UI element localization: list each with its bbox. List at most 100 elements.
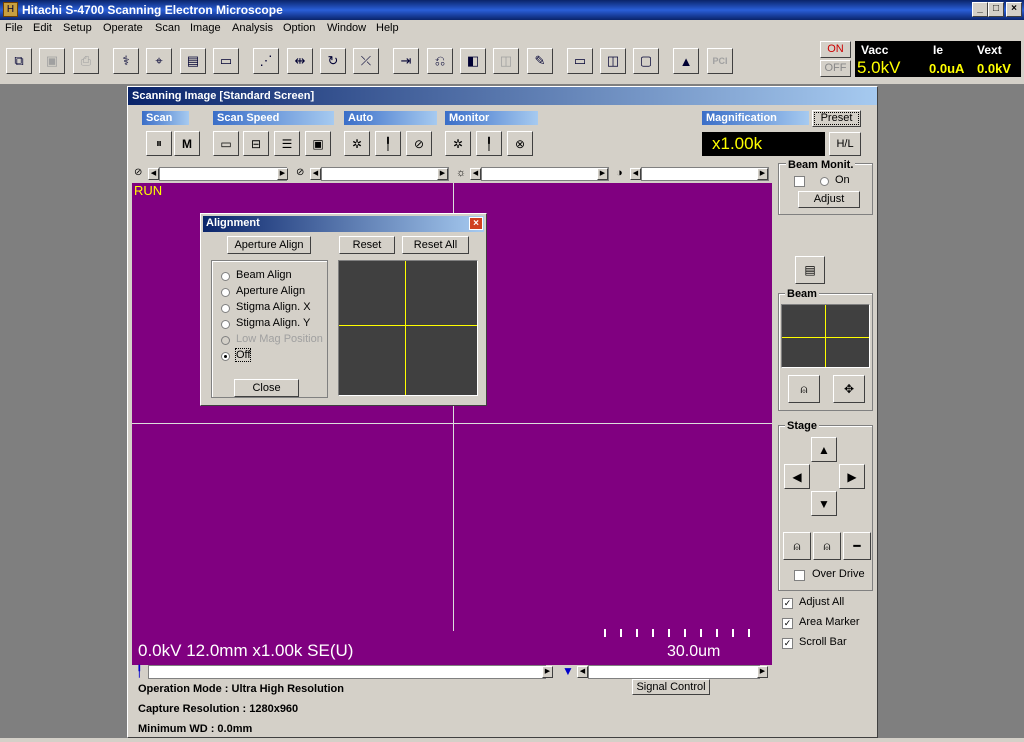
split-icon[interactable]: ⇹ [287, 48, 313, 74]
monitor-focus-icon[interactable]: ╿ [476, 131, 502, 156]
slider-right-arrow[interactable]: ▶ [757, 168, 768, 180]
stigma-y-slider[interactable] [321, 167, 449, 181]
beam-move-icon[interactable]: ✥ [833, 375, 865, 403]
stage-right-icon[interactable]: ▶ [839, 464, 865, 489]
crosshair-icon[interactable]: ⌖ [146, 48, 172, 74]
off-radio[interactable] [221, 352, 230, 361]
auto-stigma-icon[interactable]: ⊘ [406, 131, 432, 156]
scroll-bar-checkbox[interactable]: ✓ [782, 638, 793, 649]
slider-right-arrow[interactable]: ▶ [597, 168, 608, 180]
menu-window[interactable]: Window [327, 22, 366, 34]
app-icon[interactable]: H [3, 2, 18, 17]
beam-memory-icon[interactable]: ▤ [795, 256, 825, 284]
hv-on-button[interactable]: ON [820, 41, 851, 58]
reset-all-button[interactable]: Reset All [402, 236, 469, 254]
edit-icon[interactable]: ✎ [527, 48, 553, 74]
slider-right-arrow[interactable]: ▶ [542, 666, 553, 678]
monitor-stigma-icon[interactable]: ⊗ [507, 131, 533, 156]
detector-icon[interactable]: ⎌ [427, 48, 453, 74]
slider-right-arrow[interactable]: ▶ [757, 666, 768, 678]
adjust-all-checkbox[interactable]: ✓ [782, 598, 793, 609]
minimize-button[interactable]: _ [972, 2, 988, 17]
screen-1-icon[interactable]: ▭ [567, 48, 593, 74]
signal-slider[interactable] [588, 665, 760, 679]
beam-monit-on-radio[interactable] [820, 177, 829, 186]
auto-brightness-icon[interactable]: ✲ [344, 131, 370, 156]
area-marker-checkbox[interactable]: ✓ [782, 618, 793, 629]
monitor-brightness-icon[interactable]: ✲ [445, 131, 471, 156]
scan-group-header: Scan [142, 111, 189, 125]
beam-mouse-icon[interactable]: ⍝ [788, 375, 820, 403]
beam-monit-checkbox[interactable] [794, 176, 805, 187]
alignment-close-icon[interactable]: × [469, 217, 483, 230]
menu-edit[interactable]: Edit [33, 22, 52, 34]
slider-left-arrow[interactable]: ◀ [577, 666, 588, 678]
signal-control-button[interactable]: Signal Control [632, 679, 710, 695]
slider-left-arrow[interactable]: ◀ [148, 168, 159, 180]
hv-off-button[interactable]: OFF [820, 60, 851, 77]
image-number-icon[interactable]: ▭ [213, 48, 239, 74]
stigma-x-slider[interactable] [159, 167, 287, 181]
histogram-icon[interactable]: ▲ [673, 48, 699, 74]
print-icon[interactable]: ⎙ [73, 48, 99, 74]
color-icon[interactable]: ◧ [460, 48, 486, 74]
speed-2-icon[interactable]: ⊟ [243, 131, 269, 156]
alignment-pad[interactable] [338, 260, 478, 396]
maximize-button[interactable]: □ [988, 2, 1004, 17]
aperture-align-radio[interactable] [221, 288, 230, 297]
menu-operate[interactable]: Operate [103, 22, 143, 34]
screen-3-icon[interactable]: ▢ [633, 48, 659, 74]
slider-left-arrow[interactable]: ◀ [310, 168, 321, 180]
beam-align-radio[interactable] [221, 272, 230, 281]
stage-left-icon[interactable]: ◀ [784, 464, 810, 489]
auto-focus-icon[interactable]: ╿ [375, 131, 401, 156]
low-mag-position-radio[interactable] [221, 336, 230, 345]
beam-monit-adjust-button[interactable]: Adjust [798, 191, 860, 208]
rotate-icon[interactable]: ↻ [320, 48, 346, 74]
menu-setup[interactable]: Setup [63, 22, 92, 34]
slider-left-arrow[interactable]: ◀ [630, 168, 641, 180]
save-icon[interactable]: ▣ [39, 48, 65, 74]
slider-left-arrow[interactable]: ◀ [470, 168, 481, 180]
menu-analysis[interactable]: Analysis [232, 22, 273, 34]
aperture-align-button[interactable]: Aperture Align [227, 236, 311, 254]
memory-icon[interactable]: M [174, 131, 200, 156]
speed-4-icon[interactable]: ▣ [305, 131, 331, 156]
stage-tilt-icon[interactable]: ━ [843, 532, 871, 560]
stigma-align-y-radio[interactable] [221, 320, 230, 329]
contrast-slider[interactable] [641, 167, 769, 181]
speed-1-icon[interactable]: ▭ [213, 131, 239, 156]
slider-right-arrow[interactable]: ▶ [277, 168, 288, 180]
pci-icon[interactable]: PCI [707, 48, 733, 74]
stage-mouse-plus-icon[interactable]: ⍝ [813, 532, 841, 560]
menu-image[interactable]: Image [190, 22, 221, 34]
preset-button[interactable]: Preset [812, 110, 861, 127]
hl-button[interactable]: H/L [829, 132, 861, 156]
alignment-close-button[interactable]: Close [234, 379, 299, 397]
menu-file[interactable]: File [5, 22, 23, 34]
focus-slider[interactable] [148, 665, 546, 679]
stage-up-icon[interactable]: ▲ [811, 437, 837, 462]
stigma-icon[interactable]: ⋰ [253, 48, 279, 74]
reset-button[interactable]: Reset [339, 236, 395, 254]
window-icon[interactable]: ⧉ [6, 48, 32, 74]
brightness-slider[interactable] [481, 167, 609, 181]
stage-down-icon[interactable]: ▼ [811, 491, 837, 516]
close-button[interactable]: × [1006, 2, 1022, 17]
dual-icon[interactable]: ◫ [493, 48, 519, 74]
pause-icon[interactable]: ⏸ [146, 131, 172, 156]
beam-pad[interactable] [781, 304, 870, 368]
over-drive-checkbox[interactable] [794, 570, 805, 581]
menu-option[interactable]: Option [283, 22, 315, 34]
stage-mouse-icon[interactable]: ⍝ [783, 532, 811, 560]
menu-help[interactable]: Help [376, 22, 399, 34]
screen-2-icon[interactable]: ◫ [600, 48, 626, 74]
stigma-align-x-radio[interactable] [221, 304, 230, 313]
speed-3-icon[interactable]: ☰ [274, 131, 300, 156]
menu-scan[interactable]: Scan [155, 22, 180, 34]
slider-right-arrow[interactable]: ▶ [437, 168, 448, 180]
signal-route-icon[interactable]: ⇥ [393, 48, 419, 74]
image-store-icon[interactable]: ▤ [180, 48, 206, 74]
tilt-icon[interactable]: ⤫ [353, 48, 379, 74]
beam-align-icon[interactable]: ⚕ [113, 48, 139, 74]
